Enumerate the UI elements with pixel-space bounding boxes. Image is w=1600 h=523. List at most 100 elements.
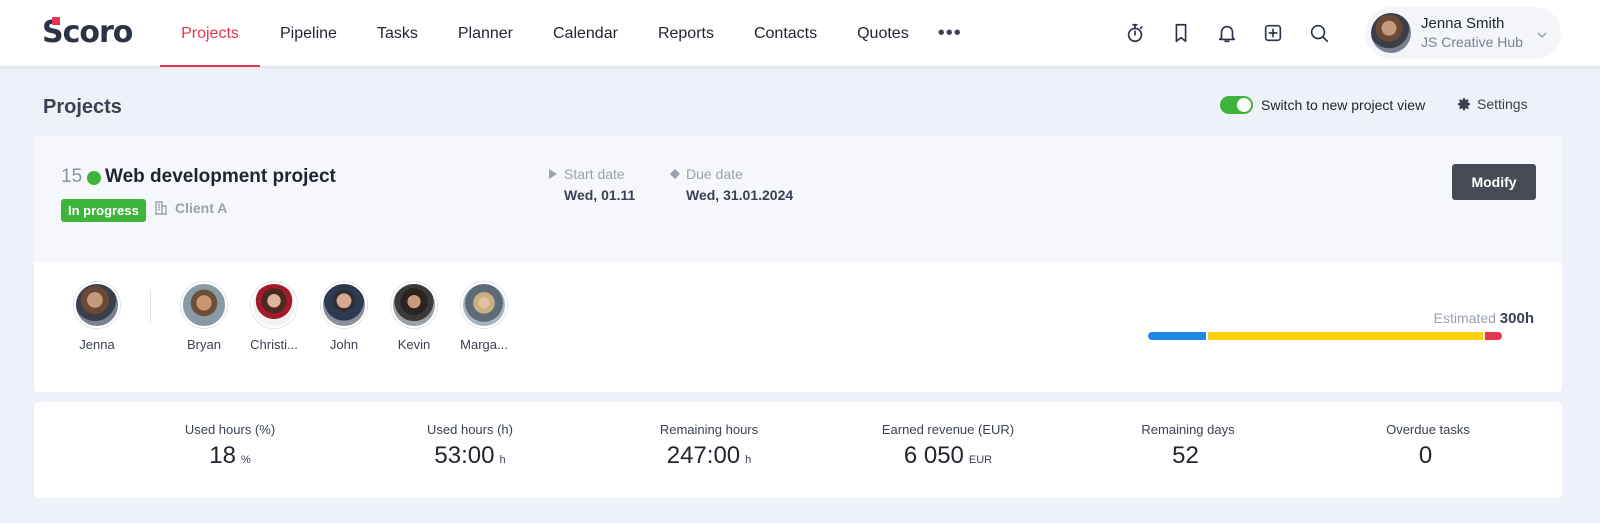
estimate-value: 300h: [1499, 310, 1534, 327]
nav-item-calendar[interactable]: Calendar: [533, 0, 638, 67]
member-name: Jenna: [79, 337, 115, 352]
stat-remaining-days: Remaining days 52: [1068, 402, 1308, 470]
member-name: Christi...: [250, 337, 298, 352]
member-name: Kevin: [397, 337, 431, 352]
stat-label: Remaining days: [1141, 422, 1235, 437]
gear-icon: [1457, 98, 1470, 111]
team-member[interactable]: Christi...: [239, 282, 309, 352]
stat-remaining-hours: Remaining hours 247:00 h: [589, 402, 829, 470]
status-dot: [87, 171, 101, 185]
avatar: [181, 282, 227, 328]
stat-value: 6 050 EUR: [903, 442, 993, 469]
team-member[interactable]: Kevin: [379, 282, 449, 352]
stat-value: 53:00 h: [434, 442, 506, 469]
search-icon[interactable]: [1306, 20, 1332, 46]
stat-overdue-tasks: Overdue tasks 0: [1308, 402, 1548, 470]
client-link[interactable]: Client A: [154, 200, 227, 216]
user-menu[interactable]: Jenna Smith JS Creative Hub: [1365, 7, 1561, 59]
nav-item-pipeline[interactable]: Pipeline: [260, 0, 357, 67]
due-date-value: Wed, 31.01.2024: [686, 187, 794, 203]
settings-label: Settings: [1477, 96, 1528, 112]
client-name: Client A: [175, 200, 228, 216]
nav-item-tasks[interactable]: Tasks: [357, 0, 438, 67]
stat-label: Used hours (h): [427, 422, 513, 437]
toolbar-icons: [1122, 20, 1332, 46]
toggle-label: Switch to new project view: [1261, 97, 1426, 113]
team-member[interactable]: Bryan: [169, 282, 239, 352]
more-menu-button[interactable]: •••: [929, 0, 971, 67]
stat-value: 247:00 h: [666, 442, 752, 469]
stat-value: 52: [1172, 442, 1199, 469]
play-icon: [549, 169, 557, 179]
project-stats: Used hours (%) 18% Used hours (h) 53:00 h…: [34, 402, 1562, 498]
divider: [150, 290, 151, 322]
stat-unit: EUR: [968, 454, 993, 466]
member-name: Marga...: [460, 337, 508, 352]
bookmark-icon[interactable]: [1168, 20, 1194, 46]
start-date-value: Wed, 01.11: [564, 187, 636, 203]
main-nav: Projects Pipeline Tasks Planner Calendar…: [160, 0, 971, 67]
stat-value: 0: [1418, 442, 1433, 469]
avatar: [74, 282, 120, 328]
avatar: [251, 282, 297, 328]
nav-item-reports[interactable]: Reports: [638, 0, 734, 67]
stat-used-hours-percent: Used hours (%) 18%: [110, 402, 350, 470]
stat-label: Remaining hours: [659, 422, 759, 437]
estimate-bar-segment: [1207, 332, 1483, 340]
start-date-label: Start date: [564, 166, 625, 182]
settings-button[interactable]: Settings: [1456, 96, 1528, 112]
bell-icon[interactable]: [1214, 20, 1240, 46]
user-info: Jenna Smith JS Creative Hub: [1421, 15, 1523, 51]
add-icon[interactable]: [1260, 20, 1286, 46]
stat-unit: %: [240, 454, 251, 466]
stat-used-hours: Used hours (h) 53:00 h: [350, 402, 590, 470]
project-card: 15 Web development project In progress C…: [34, 136, 1562, 392]
stat-label: Used hours (%): [184, 422, 276, 437]
estimate: Estimated 300h: [1414, 310, 1534, 327]
stat-label: Overdue tasks: [1386, 422, 1470, 437]
estimate-label: Estimated: [1433, 310, 1496, 326]
page-title: Projects: [43, 96, 122, 118]
start-date: Start date Wed, 01.11: [548, 166, 635, 203]
building-icon: [155, 201, 167, 215]
member-name: Bryan: [187, 337, 221, 352]
project-card-header: 15 Web development project In progress C…: [34, 136, 1562, 262]
status-badge: In progress: [61, 199, 146, 222]
stat-label: Earned revenue (EUR): [881, 422, 1015, 437]
team-member[interactable]: Jenna: [62, 282, 132, 352]
avatar: [321, 282, 367, 328]
logo-accent: [52, 17, 60, 25]
modify-button[interactable]: Modify: [1452, 164, 1536, 200]
team-members: Jenna Bryan Christi... John Kevin Marga.…: [62, 282, 519, 352]
nav-item-quotes[interactable]: Quotes: [837, 0, 929, 67]
project-number: 15: [61, 166, 83, 187]
toggle-switch[interactable]: [1220, 96, 1253, 114]
project-name: Web development project: [105, 166, 336, 187]
due-date: Due date Wed, 31.01.2024: [670, 166, 793, 203]
nav-item-planner[interactable]: Planner: [438, 0, 533, 67]
scoro-logo[interactable]: Scoro: [42, 17, 134, 48]
estimate-bar-segment: [1148, 332, 1206, 340]
diamond-icon: [670, 169, 680, 179]
stat-earned-revenue: Earned revenue (EUR) 6 050 EUR: [828, 402, 1068, 470]
due-date-label: Due date: [686, 166, 743, 182]
team-member[interactable]: Marga...: [449, 282, 519, 352]
stat-unit: h: [745, 454, 752, 466]
stat-unit: h: [499, 454, 506, 466]
estimate-progress-bar: [1148, 332, 1502, 340]
nav-item-contacts[interactable]: Contacts: [734, 0, 837, 67]
estimate-bar-segment: [1484, 332, 1502, 340]
top-navigation-bar: Scoro Projects Pipeline Tasks Planner Ca…: [0, 0, 1600, 67]
team-member[interactable]: John: [309, 282, 379, 352]
nav-item-projects[interactable]: Projects: [160, 0, 260, 67]
user-name: Jenna Smith: [1421, 15, 1505, 32]
stat-value: 18%: [209, 442, 251, 469]
member-name: John: [329, 337, 359, 352]
new-view-toggle[interactable]: Switch to new project view: [1220, 96, 1425, 114]
timer-icon[interactable]: [1122, 20, 1148, 46]
avatar: [461, 282, 507, 328]
chevron-down-icon: [1537, 27, 1547, 39]
user-organization: JS Creative Hub: [1421, 34, 1523, 50]
user-avatar: [1371, 13, 1411, 53]
avatar: [391, 282, 437, 328]
